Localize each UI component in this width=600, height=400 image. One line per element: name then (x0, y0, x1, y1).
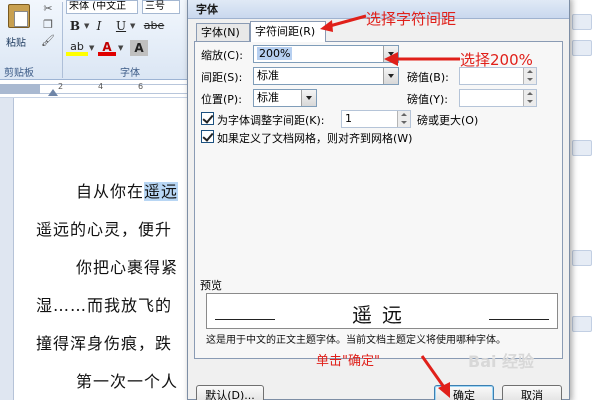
watermark-logo: Bai 经验 (468, 352, 535, 371)
strikethrough-button[interactable]: abe (140, 18, 168, 34)
position-by-label: 磅值(Y): (407, 93, 449, 106)
dialog-title: 字体 (196, 3, 218, 16)
kerning-checkbox[interactable] (201, 112, 214, 125)
default-button[interactable]: 默认(D)... (196, 385, 264, 400)
spacing-value: 标准 (257, 69, 279, 82)
spinner-arrows[interactable] (523, 90, 536, 106)
annotation-tab-hint: 选择字符间距 (366, 10, 457, 28)
document-line: 第一次一个人 (76, 372, 179, 391)
selected-text: 遥远 (144, 182, 179, 201)
cancel-button[interactable]: 取消 (502, 385, 562, 400)
highlight-button[interactable]: ab (66, 40, 88, 56)
position-combo[interactable]: 标准 (253, 89, 317, 107)
ribbon-button[interactable] (572, 250, 592, 266)
document-line: 湿……而我放飞的 (36, 296, 173, 315)
preview-text: 遥远 (352, 303, 412, 327)
vertical-ruler (0, 98, 14, 400)
preview-label: 预览 (200, 279, 222, 292)
document-line: 撞得浑身伤痕，跌 (36, 334, 173, 353)
snap-grid-checkbox[interactable] (201, 130, 214, 143)
ribbon-button[interactable] (572, 14, 592, 30)
scale-combo[interactable]: 200% (253, 45, 399, 63)
right-ribbon-fragment (566, 0, 600, 400)
kerning-value: 1 (345, 112, 352, 125)
copy-icon[interactable]: ❐ (40, 18, 56, 32)
annotation-arrow-icon (320, 14, 367, 32)
annotation-arrow-icon (420, 355, 450, 398)
document-line: 你把心裹得紧 (76, 258, 179, 277)
annotation-arrow-icon (384, 52, 460, 66)
spinner-arrows[interactable] (397, 111, 410, 127)
document-line: 自从你在遥远 (76, 178, 179, 202)
char-shading-button[interactable]: A (130, 40, 148, 56)
ribbon-button[interactable] (572, 140, 592, 156)
font-group-label: 字体 (120, 68, 140, 79)
font-color-button[interactable]: A (98, 40, 116, 56)
italic-button[interactable]: I (92, 18, 106, 34)
tab-character-spacing[interactable]: 字符间距(R) (250, 21, 326, 42)
group-divider (62, 2, 63, 78)
paste-label: 粘贴 (6, 38, 26, 49)
position-value: 标准 (257, 91, 279, 104)
position-by-spinner[interactable] (459, 89, 537, 107)
paste-button[interactable]: 粘贴 (2, 2, 36, 58)
ribbon-button[interactable] (572, 316, 592, 332)
spacing-by-label: 磅值(B): (407, 71, 449, 84)
clipboard-icon (8, 4, 30, 28)
ruler-margin (0, 84, 40, 94)
chevron-down-icon[interactable]: ▼ (130, 22, 135, 30)
font-name-combo[interactable]: 宋体 (中文正 (66, 0, 138, 14)
annotation-scale-hint: 选择200% (460, 51, 533, 69)
underline-button[interactable]: U (114, 18, 128, 34)
spacing-label: 间距(S): (201, 71, 243, 84)
annotation-ok-hint: 单击"确定" (316, 354, 380, 369)
format-painter-icon[interactable]: 🖌 (40, 34, 56, 48)
chevron-down-icon[interactable]: ▼ (118, 44, 123, 52)
document-line: 遥远的心灵，便升 (36, 220, 173, 239)
preview-baseline (489, 319, 549, 320)
spacing-combo[interactable]: 标准 (253, 67, 399, 85)
snap-grid-label: 如果定义了文档网格，则对齐到网格(W) (217, 132, 413, 145)
preview-caption: 这是用于中文的正文主题字体。当前文档主题定义将使用哪种字体。 (206, 335, 506, 346)
chevron-down-icon[interactable] (301, 90, 316, 106)
ribbon-button[interactable] (572, 40, 592, 56)
ruler-mark: 4 (98, 82, 104, 91)
chevron-down-icon[interactable]: ▼ (89, 44, 94, 52)
document-text: 自从你在 (76, 182, 145, 201)
ruler-mark: 2 (58, 82, 64, 91)
kerning-label: 为字体调整字间距(K): (217, 114, 325, 127)
scale-value: 200% (257, 47, 293, 60)
clipboard-group-label: 剪贴板 (4, 68, 34, 79)
chevron-down-icon: ▼ (84, 22, 90, 30)
tab-font[interactable]: 字体(N) (196, 23, 250, 42)
preview-box: 遥远 (206, 293, 558, 329)
scale-label: 缩放(C): (201, 49, 243, 62)
chevron-down-icon[interactable] (383, 68, 398, 84)
font-size-combo[interactable]: 三号 (142, 0, 180, 14)
position-label: 位置(P): (201, 93, 242, 106)
indent-marker[interactable] (48, 89, 58, 96)
kerning-spinner[interactable]: 1 (341, 110, 411, 128)
bold-button[interactable]: B (68, 18, 82, 34)
kerning-suffix: 磅或更大(O) (417, 114, 479, 127)
ruler-mark: 6 (138, 82, 144, 91)
spinner-arrows[interactable] (523, 68, 536, 84)
cut-icon[interactable]: ✂ (40, 2, 56, 16)
